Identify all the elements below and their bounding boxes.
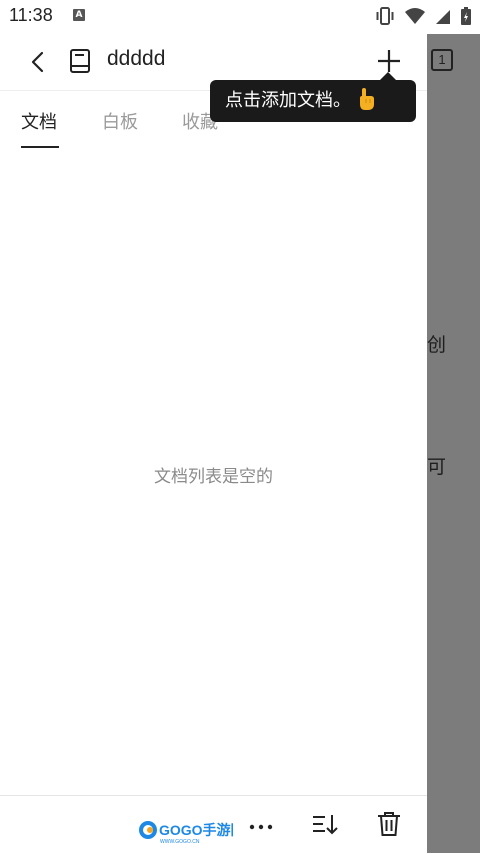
svg-text:GOGO手游网: GOGO手游网 (159, 822, 233, 838)
gogo-watermark-logo: GOGO手游网 WWW.GOGO.CN (139, 821, 233, 844)
svg-text:WWW.GOGO.CN: WWW.GOGO.CN (160, 839, 200, 844)
active-tab-indicator (21, 146, 59, 148)
notification-icon: A (73, 9, 85, 21)
battery-icon (461, 7, 471, 25)
tooltip-text: 点击添加文档。 (225, 90, 351, 111)
page-title: ddddd (107, 47, 166, 70)
document-list-panel: ddddd 文档 白板 收藏 文档列表是空的 GOGO手游网 WWW.GOGO.… (0, 34, 427, 854)
sort-icon[interactable] (310, 809, 340, 839)
document-count-badge[interactable]: 1 (431, 49, 453, 71)
pointing-hand-icon (360, 88, 374, 110)
status-bar: 11:38 A (0, 0, 480, 34)
vibrate-icon (376, 7, 394, 25)
add-document-tooltip: 点击添加文档。 (210, 80, 416, 122)
tab-documents[interactable]: 文档 (21, 108, 57, 134)
side-pane-text-1: 创 (427, 334, 447, 356)
trash-icon[interactable] (374, 809, 404, 839)
tab-whiteboard[interactable]: 白板 (102, 108, 138, 134)
status-icons (374, 6, 472, 26)
side-pane-text-2: 可 (427, 456, 447, 478)
wifi-icon (405, 8, 425, 24)
chevron-left-icon[interactable] (24, 48, 52, 76)
dimmed-side-pane[interactable]: 创 可 (427, 34, 480, 853)
more-dots-icon[interactable] (246, 812, 276, 842)
bottom-toolbar: GOGO手游网 WWW.GOGO.CN (0, 795, 427, 854)
empty-list-message: 文档列表是空的 (154, 467, 273, 487)
signal-icon (436, 10, 450, 24)
status-time: 11:38 (9, 5, 53, 25)
tooltip-arrow (380, 72, 396, 80)
book-icon (70, 49, 90, 73)
